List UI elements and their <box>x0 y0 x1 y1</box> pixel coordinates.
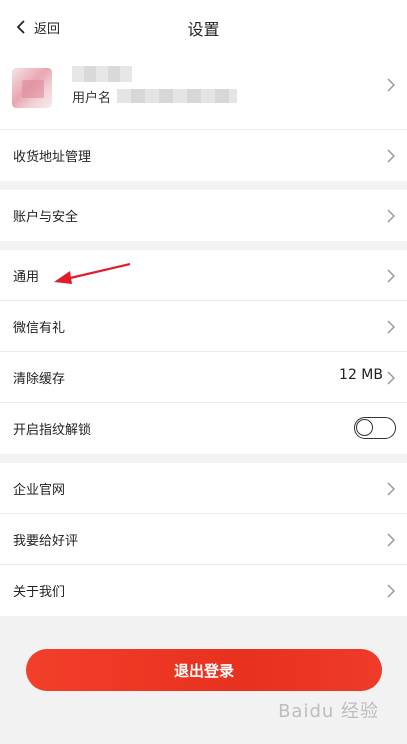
cache-size: 12 MB <box>339 367 383 383</box>
row-label: 账户与安全 <box>13 210 79 225</box>
page-title: 设置 <box>187 20 220 39</box>
clear-cache-row[interactable]: 清除缓存 12 MB <box>0 352 407 403</box>
profile-row[interactable]: 用户名 <box>0 54 407 130</box>
top-bar: 返回 设置 <box>0 0 407 54</box>
row-label: 开启指纹解锁 <box>13 423 92 438</box>
chevron-right-icon <box>387 149 395 163</box>
address-management-row[interactable]: 收货地址管理 <box>0 130 407 181</box>
chevron-right-icon <box>387 209 395 223</box>
chevron-right-icon <box>387 269 395 283</box>
row-label: 关于我们 <box>13 585 66 600</box>
fingerprint-toggle[interactable] <box>354 417 396 439</box>
row-label: 企业官网 <box>13 483 66 498</box>
chevron-right-icon <box>387 584 395 598</box>
chevron-right-icon <box>387 371 395 385</box>
blurred-nickname <box>72 66 132 82</box>
username-label: 用户名 <box>72 90 112 106</box>
row-label: 我要给好评 <box>13 534 79 549</box>
company-website-row[interactable]: 企业官网 <box>0 463 407 514</box>
baidu-watermark: Baidu 经验 <box>278 701 379 722</box>
wechat-gift-row[interactable]: 微信有礼 <box>0 301 407 352</box>
chevron-right-icon <box>387 482 395 496</box>
chevron-right-icon <box>387 320 395 334</box>
fingerprint-unlock-row: 开启指纹解锁 <box>0 403 407 454</box>
rate-us-row[interactable]: 我要给好评 <box>0 514 407 565</box>
chevron-right-icon <box>387 533 395 547</box>
logout-button[interactable]: 退出登录 <box>26 649 382 691</box>
toggle-knob <box>356 419 373 436</box>
row-label: 通用 <box>13 270 40 285</box>
about-us-row[interactable]: 关于我们 <box>0 565 407 616</box>
chevron-right-icon <box>387 78 395 92</box>
logout-label: 退出登录 <box>173 661 234 680</box>
row-label: 收货地址管理 <box>13 150 92 165</box>
row-label: 微信有礼 <box>13 321 66 336</box>
account-security-row[interactable]: 账户与安全 <box>0 190 407 241</box>
avatar <box>12 68 52 108</box>
username: 用户名 <box>72 87 238 106</box>
annotation-arrow-icon <box>54 262 131 284</box>
row-label: 清除缓存 <box>13 372 66 387</box>
blurred-username <box>117 89 238 103</box>
